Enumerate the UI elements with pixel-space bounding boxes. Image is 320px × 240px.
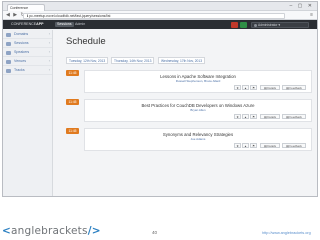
star-icon[interactable]: ★ (234, 143, 241, 148)
browser-titlebar: Conference – ▢ ✕ (3, 2, 317, 11)
chevron-right-icon: › (48, 50, 50, 54)
time-badge: 11:45 (66, 128, 79, 134)
user-menu-label: Administrator ▾ (258, 22, 280, 27)
browser-menu-icon[interactable]: ≡ (310, 12, 313, 18)
sidebar: Domains › Sessions › Speakers › Venues › Tra… (3, 30, 53, 196)
thumbs-up-icon[interactable]: ▲ (242, 114, 249, 119)
logo-open-bracket: < (2, 225, 11, 237)
footer-url[interactable]: http://www.anglebrackets.org (262, 231, 311, 235)
flag-icon-red[interactable] (231, 21, 238, 28)
sidebar-item-label: Sessions (14, 41, 29, 45)
app-brand[interactable]: CONFERENCEAPP (11, 22, 44, 27)
user-icon (253, 23, 257, 27)
thumbs-up-icon[interactable]: ▲ (242, 85, 249, 90)
chevron-right-icon: › (48, 32, 50, 36)
feedback-button[interactable]: ▤ Feedback (282, 85, 306, 90)
session-card[interactable]: Synonyms and Relevancy Strategies Joe Ad… (84, 128, 312, 151)
session-speakers[interactable]: Joe Adams (85, 137, 311, 141)
sidebar-item-venues[interactable]: Venues › (3, 57, 52, 66)
sessions-icon (6, 41, 11, 46)
app-navbar: CONFERENCEAPP Sessions Admin Administrat… (3, 20, 317, 29)
sidebar-item-speakers[interactable]: Speakers › (3, 48, 52, 57)
flag-icon-green[interactable] (240, 21, 247, 28)
session-title[interactable]: Lessons in Apache Software Integration (85, 74, 311, 79)
browser-toolbar: ◀ ▶ ↻ ℹ pc-meetup-novel.cloudfolk.net/fa… (3, 11, 317, 20)
flag-icon[interactable]: ⚑ (250, 143, 257, 148)
session-title[interactable]: Synonyms and Relevancy Strategies (85, 132, 311, 137)
tab-day-3[interactable]: Wednesday, 17th Nov, 2013 (158, 57, 206, 64)
details-button[interactable]: ▤ Details (260, 114, 280, 119)
session-card[interactable]: Best Practices for CouchDB Developers on… (84, 99, 312, 122)
details-button[interactable]: ▤ Details (260, 85, 280, 90)
nav-sessions[interactable]: Sessions (55, 22, 74, 27)
user-menu[interactable]: Administrator ▾ (251, 21, 309, 28)
star-icon[interactable]: ★ (234, 114, 241, 119)
sidebar-item-label: Venues (14, 59, 26, 63)
sidebar-item-label: Speakers (14, 50, 30, 54)
slide-page-number: 40 (152, 230, 158, 235)
feedback-button[interactable]: ▤ Feedback (282, 143, 306, 148)
sidebar-item-sessions[interactable]: Sessions › (3, 39, 52, 48)
brand-prefix: CONFERENCE (11, 22, 37, 26)
sidebar-item-domains[interactable]: Domains › (3, 30, 52, 39)
anglebrackets-logo: <anglebrackets/> (2, 225, 101, 238)
nav-admin[interactable]: Admin (73, 22, 87, 27)
brand-highlight: APP (36, 22, 44, 26)
venues-icon (6, 59, 11, 64)
address-bar[interactable]: ℹ pc-meetup-novel.cloudfolk.net/fast-jqu… (23, 12, 285, 19)
star-icon[interactable]: ★ (234, 85, 241, 90)
flag-icon[interactable]: ⚑ (250, 114, 257, 119)
session-title[interactable]: Best Practices for CouchDB Developers on… (85, 103, 311, 108)
logo-text: anglebrackets (11, 225, 88, 237)
sidebar-item-label: Domains (14, 32, 29, 36)
chevron-right-icon: › (48, 59, 50, 63)
time-badge: 11:45 (66, 70, 79, 76)
browser-window: Conference – ▢ ✕ ◀ ▶ ↻ ℹ pc-meetup-novel… (2, 1, 318, 197)
main-content: Schedule Tuesday, 12th Nov, 2013 Thursda… (54, 30, 317, 196)
tab-day-2[interactable]: Thursday, 14th Nov, 2013 (111, 57, 155, 64)
tab-day-1[interactable]: Tuesday, 12th Nov, 2013 (66, 57, 109, 64)
domains-icon (6, 32, 11, 37)
logo-close-bracket: /> (87, 225, 101, 237)
sidebar-item-tracks[interactable]: Tracks › (3, 66, 52, 75)
browser-tab[interactable]: Conference (7, 4, 45, 11)
thumbs-up-icon[interactable]: ▲ (242, 143, 249, 148)
details-button[interactable]: ▤ Details (260, 143, 280, 148)
page-title: Schedule (66, 36, 106, 47)
tracks-icon (6, 68, 11, 73)
sidebar-item-label: Tracks (14, 68, 25, 72)
window-controls[interactable]: – ▢ ✕ (290, 3, 314, 9)
chevron-right-icon: › (48, 68, 50, 72)
chevron-right-icon: › (48, 41, 50, 45)
speakers-icon (6, 50, 11, 55)
session-speakers[interactable]: Bryan Allen (85, 108, 311, 112)
session-speakers[interactable]: Russell Stephenson, Bruce Allard (85, 79, 311, 83)
time-badge: 11:45 (66, 99, 79, 105)
flag-icon[interactable]: ⚑ (250, 85, 257, 90)
session-card[interactable]: Lessons in Apache Software Integration R… (84, 70, 312, 93)
feedback-button[interactable]: ▤ Feedback (282, 114, 306, 119)
